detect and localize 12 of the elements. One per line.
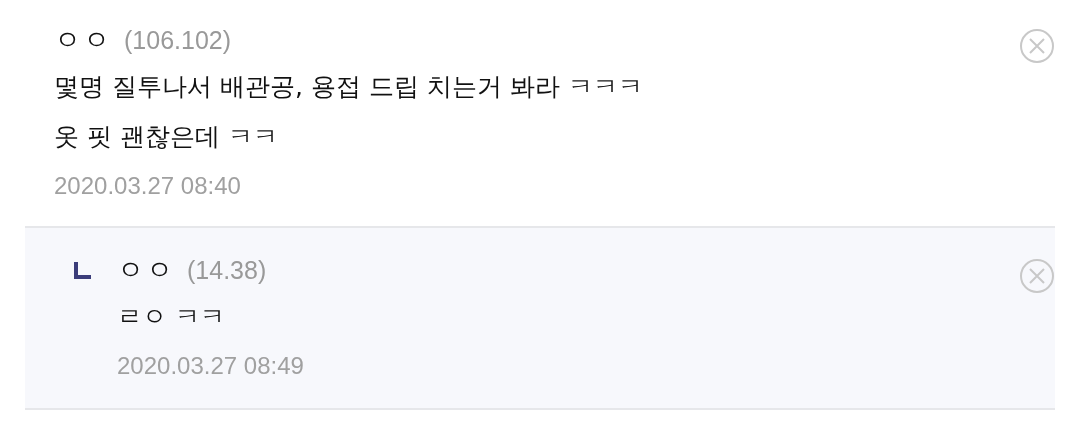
comment-date: 2020.03.27 08:49 — [117, 351, 305, 381]
ip-address: (106.102) — [124, 26, 232, 55]
comment-text: 옷 핏 괜찮은데 ㅋㅋ — [54, 121, 279, 153]
ip-address: (14.38) — [187, 256, 267, 285]
author-name: ㅇㅇ — [117, 253, 175, 287]
comment-date: 2020.03.27 08:40 — [54, 171, 242, 201]
author-name: ㅇㅇ — [54, 23, 112, 57]
delete-icon[interactable] — [1019, 258, 1055, 294]
comment-text: 몇명 질투나서 배관공, 용접 드립 치는거 봐라 ㅋㅋㅋ — [54, 71, 644, 103]
comment-text: ㄹㅇ ㅋㅋ — [117, 301, 226, 333]
delete-icon[interactable] — [1019, 28, 1055, 64]
reply-icon — [73, 260, 93, 280]
